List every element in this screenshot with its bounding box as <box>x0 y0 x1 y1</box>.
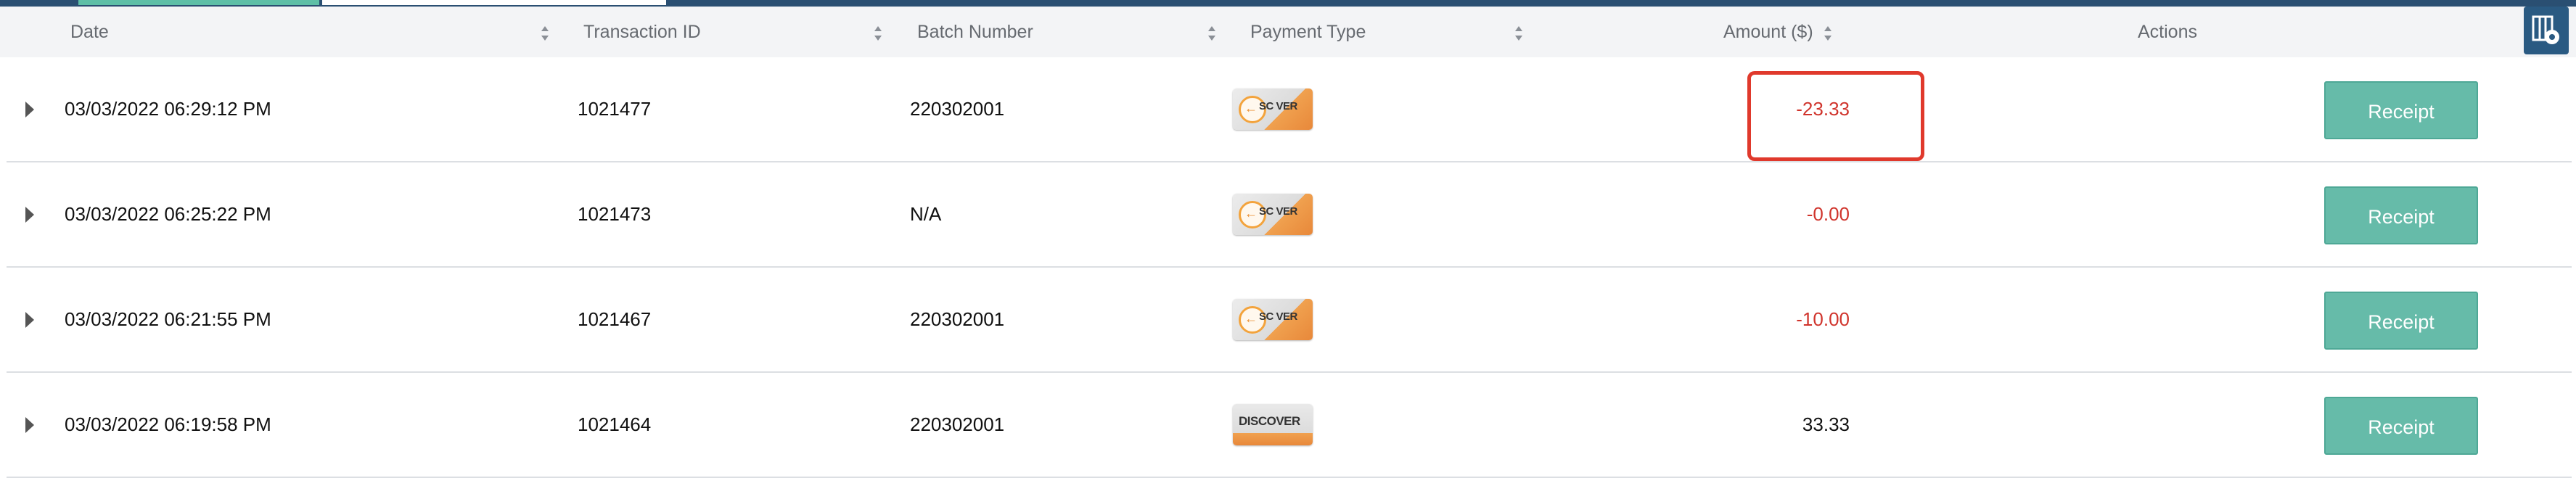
expand-row-icon[interactable] <box>25 207 34 223</box>
batch-number-cell: 220302001 <box>910 413 1005 435</box>
table-header: Date Transaction ID Batch Number Payment… <box>0 7 2576 57</box>
transaction-id-cell: 1021477 <box>578 98 652 120</box>
receipt-button[interactable]: Receipt <box>2324 292 2478 350</box>
discover-card-icon: DISCOVER <box>1233 404 1313 445</box>
tab-indicator[interactable] <box>322 0 666 5</box>
back-arrow-icon: ← <box>1244 101 1258 115</box>
card-logo-text: DISCOVER <box>1239 414 1300 428</box>
amount-highlight-box <box>1747 71 1924 161</box>
receipt-button[interactable]: Receipt <box>2324 397 2478 455</box>
amount-cell: -0.00 <box>1806 203 1850 225</box>
back-arrow-icon: ← <box>1244 311 1258 326</box>
table-row: 03/03/2022 06:29:12 PM 1021477 220302001… <box>7 57 2572 162</box>
discover-card-icon: ← SC VER <box>1233 88 1313 130</box>
batch-number-cell: 220302001 <box>910 308 1005 330</box>
receipt-button[interactable]: Receipt <box>2324 81 2478 139</box>
back-arrow-icon: ← <box>1244 206 1258 221</box>
column-header-date[interactable]: Date <box>70 7 109 57</box>
table-settings-icon <box>2532 15 2559 44</box>
transaction-id-cell: 1021464 <box>578 413 652 435</box>
sort-batch-number-icon[interactable] <box>1208 26 1215 41</box>
table-row: 03/03/2022 06:19:58 PM 1021464 220302001… <box>7 373 2572 478</box>
column-header-transaction-id[interactable]: Transaction ID <box>583 7 701 57</box>
column-header-amount[interactable]: Amount ($) <box>1723 7 1813 57</box>
sort-date-icon[interactable] <box>541 26 549 41</box>
table-row: 03/03/2022 06:25:22 PM 1021473 N/A ← SC … <box>7 162 2572 268</box>
amount-cell: -10.00 <box>1796 308 1850 330</box>
discover-card-icon: ← SC VER <box>1233 299 1313 340</box>
sort-amount-icon[interactable] <box>1824 26 1831 41</box>
receipt-button[interactable]: Receipt <box>2324 186 2478 244</box>
active-tab-indicator[interactable] <box>78 0 319 5</box>
transactions-page: Date Transaction ID Batch Number Payment… <box>0 0 2576 478</box>
card-logo-text: SC VER <box>1259 310 1297 323</box>
expand-row-icon[interactable] <box>25 102 34 118</box>
discover-card-icon: ← SC VER <box>1233 194 1313 235</box>
batch-number-cell: 220302001 <box>910 98 1005 120</box>
transaction-id-cell: 1021473 <box>578 203 652 225</box>
table-row: 03/03/2022 06:21:55 PM 1021467 220302001… <box>7 268 2572 373</box>
expand-row-icon[interactable] <box>25 312 34 328</box>
transaction-id-cell: 1021467 <box>578 308 652 330</box>
date-cell: 03/03/2022 06:29:12 PM <box>65 98 271 120</box>
card-logo-text: SC VER <box>1259 100 1297 112</box>
expand-row-icon[interactable] <box>25 417 34 433</box>
column-header-payment-type[interactable]: Payment Type <box>1250 7 1366 57</box>
column-header-batch-number[interactable]: Batch Number <box>917 7 1033 57</box>
table-settings-button[interactable] <box>2524 7 2569 54</box>
sort-transaction-id-icon[interactable] <box>874 26 882 41</box>
amount-cell: 33.33 <box>1802 413 1850 435</box>
column-header-actions: Actions <box>2138 22 2197 42</box>
card-logo-text: SC VER <box>1259 205 1297 218</box>
date-cell: 03/03/2022 06:25:22 PM <box>65 203 271 225</box>
batch-number-cell: N/A <box>910 203 942 225</box>
date-cell: 03/03/2022 06:19:58 PM <box>65 413 271 435</box>
sort-payment-type-icon[interactable] <box>1515 26 1522 41</box>
date-cell: 03/03/2022 06:21:55 PM <box>65 308 271 330</box>
